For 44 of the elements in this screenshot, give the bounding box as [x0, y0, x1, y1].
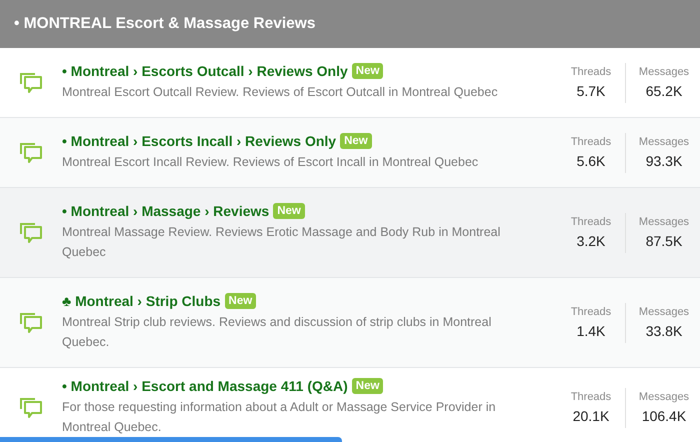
threads-label: Threads: [570, 306, 612, 318]
messages-count: 106.4K: [642, 408, 686, 424]
forum-row[interactable]: • Montreal › Escorts Incall › Reviews Only New Montreal Escort Incall Review. Reviews of Escort Incall in Montreal Quebec Threads 5.6K Messages 93.3K: [0, 118, 700, 188]
forum-title-link[interactable]: ♣ Montreal › Strip Clubs: [62, 293, 221, 309]
chat-bubbles-icon: [19, 142, 43, 164]
threads-count: 20.1K: [572, 408, 610, 424]
forum-description: For those requesting information about a Adult or Massage Service Provider in Montreal Quebec.: [62, 399, 497, 436]
forum-row[interactable]: ♣ Montreal › Strip Clubs New Montreal Strip club reviews. Reviews and discussion of strip clubs in Montreal Quebec. Threads 1.4K Messages 33.8K: [0, 278, 700, 368]
forum-title-link[interactable]: • Montreal › Escort and Massage 411 (Q&A): [62, 378, 348, 394]
chat-bubbles-icon: [19, 222, 43, 244]
forum-description: Montreal Escort Outcall Review. Reviews of Escort Outcall in Montreal Quebec: [62, 84, 499, 101]
chat-bubbles-icon: [19, 312, 43, 334]
threads-count: 5.6K: [576, 153, 606, 169]
forum-row[interactable]: • Montreal › Massage › Reviews New Montreal Massage Review. Reviews Erotic Massage and Body Rub in Montreal Quebec Threads 3.2K Messages 87.5K: [0, 188, 700, 278]
messages-count: 87.5K: [646, 233, 682, 249]
threads-label: Threads: [570, 391, 612, 403]
messages-label: Messages: [638, 306, 690, 318]
threads-count: 3.2K: [576, 233, 606, 249]
threads-count: 5.7K: [576, 83, 606, 99]
chat-bubbles-icon: [19, 396, 43, 418]
forum-description: Montreal Massage Review. Reviews Erotic Massage and Body Rub in Montreal Quebec: [62, 224, 502, 261]
new-badge: New: [273, 203, 305, 219]
threads-label: Threads: [570, 136, 612, 148]
new-badge: New: [352, 378, 384, 394]
messages-label: Messages: [638, 66, 690, 78]
messages-count: 65.2K: [646, 83, 682, 99]
threads-count: 1.4K: [576, 323, 606, 339]
chat-bubbles-icon: [19, 72, 43, 94]
category-title[interactable]: • MONTREAL Escort & Massage Reviews: [14, 15, 316, 33]
messages-count: 33.8K: [646, 323, 682, 339]
forum-title-link[interactable]: • Montreal › Escorts Outcall › Reviews Only: [62, 63, 348, 79]
messages-label: Messages: [638, 136, 690, 148]
forum-description: Montreal Strip club reviews. Reviews and discussion of strip clubs in Montreal Quebec.: [62, 314, 492, 351]
threads-label: Threads: [570, 66, 612, 78]
forum-title-link[interactable]: • Montreal › Massage › Reviews: [62, 203, 270, 219]
new-badge: New: [340, 133, 372, 149]
forum-description: Montreal Escort Incall Review. Reviews of Escort Incall in Montreal Quebec: [62, 154, 480, 171]
new-badge: New: [352, 63, 384, 79]
threads-label: Threads: [570, 216, 612, 228]
new-badge: New: [224, 293, 256, 309]
messages-label: Messages: [638, 216, 690, 228]
messages-label: Messages: [638, 391, 690, 403]
messages-count: 93.3K: [646, 153, 682, 169]
forum-title-link[interactable]: • Montreal › Escorts Incall › Reviews Only: [62, 133, 336, 149]
